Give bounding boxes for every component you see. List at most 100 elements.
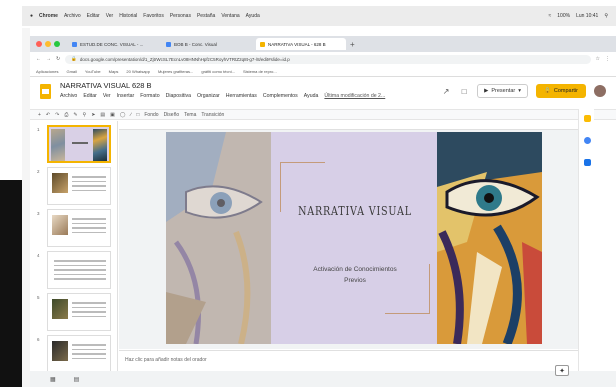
slide-thumbnail[interactable]	[47, 293, 111, 331]
browser-tab-active[interactable]: NARRATIVA VISUAL - 628 B	[256, 38, 346, 50]
slide-thumbnail[interactable]	[47, 167, 111, 205]
apple-icon[interactable]: ●	[30, 13, 33, 19]
document-title[interactable]: NARRATIVA VISUAL 628 B	[60, 81, 152, 90]
menu-pestana[interactable]: Pestaña	[197, 13, 215, 19]
thumbnail-row[interactable]: 1	[32, 125, 116, 167]
maximize-window-icon[interactable]	[54, 41, 60, 47]
menu-historial[interactable]: Historial	[119, 13, 137, 19]
comment-add-icon[interactable]: □	[136, 112, 139, 118]
decor-corner-bottom	[385, 264, 430, 314]
thumbnail-row[interactable]: 3	[32, 209, 116, 251]
slide-filmstrip: 1 2 3 4 5 6	[30, 121, 118, 371]
textbox-icon[interactable]: ▤	[100, 112, 105, 118]
thumbnail-row[interactable]: 5	[32, 293, 116, 335]
zoom-icon[interactable]: ⚲	[83, 112, 87, 118]
bookmark-mujeres[interactable]: Mujeres grafiteras...	[158, 69, 193, 74]
forward-icon[interactable]: →	[46, 56, 51, 62]
bookmark-aplicaciones[interactable]: Aplicaciones	[36, 69, 58, 74]
thumbnail-row[interactable]: 4	[32, 251, 116, 293]
browser-menu-icon[interactable]: ⋮	[605, 56, 610, 62]
menu-ventana[interactable]: Ventana	[221, 13, 239, 19]
menu-formato[interactable]: Formato	[140, 93, 159, 99]
present-button[interactable]: ▶ Presentar ▾	[477, 84, 528, 98]
clock-text[interactable]: Lun 10:41	[576, 13, 598, 19]
filmstrip-view-icon[interactable]: ▤	[74, 376, 80, 383]
menu-insertar[interactable]: Insertar	[117, 93, 135, 99]
select-icon[interactable]: ➤	[91, 112, 95, 118]
add-slide-icon[interactable]: +	[38, 112, 41, 118]
toolbar-transicion[interactable]: Transición	[201, 112, 224, 118]
toolbar-fondo[interactable]: Fondo	[144, 112, 158, 118]
bookmark-maps[interactable]: Maps	[109, 69, 119, 74]
menu-complementos[interactable]: Complementos	[263, 93, 298, 99]
avatar[interactable]	[594, 85, 606, 97]
slide-thumbnail[interactable]	[47, 251, 111, 289]
paint-format-icon[interactable]: ✎	[73, 112, 77, 118]
explore-icon: ✦	[559, 367, 565, 375]
faded-face-artwork[interactable]	[166, 132, 271, 344]
menu-archivo[interactable]: Archivo	[64, 13, 81, 19]
tasks-icon[interactable]	[584, 137, 591, 144]
thumbnail-row[interactable]: 6	[32, 335, 116, 371]
menu-herramientas[interactable]: Herramientas	[226, 93, 257, 99]
battery-text[interactable]: 100%	[557, 13, 570, 19]
toolbar-diseno[interactable]: Diseño	[164, 112, 180, 118]
browser-tab-2[interactable]: BOB B - Conc. Visual	[162, 38, 252, 50]
back-icon[interactable]: ←	[36, 56, 41, 62]
undo-icon[interactable]: ↶	[46, 112, 50, 118]
bookmark-sistema[interactable]: Sistema de repro...	[243, 69, 277, 74]
calendar-icon[interactable]	[584, 159, 591, 166]
colorful-face-artwork[interactable]	[437, 132, 542, 344]
image-icon[interactable]: ▣	[110, 112, 115, 118]
menu-chrome[interactable]: Chrome	[39, 13, 58, 19]
close-window-icon[interactable]	[36, 41, 42, 47]
share-button[interactable]: 🔒 Compartir	[535, 84, 586, 98]
menu-ver[interactable]: Ver	[106, 13, 114, 19]
app-menubar: Archivo Editar Ver Insertar Formato Diap…	[60, 93, 385, 99]
menu-diapositiva[interactable]: Diapositiva	[166, 93, 191, 99]
slide-thumbnail[interactable]	[47, 209, 111, 247]
background-window-edge	[0, 180, 22, 387]
menu-archivo-app[interactable]: Archivo	[60, 93, 77, 99]
speaker-notes[interactable]: Haz clic para añadir notas del orador	[119, 350, 591, 371]
menu-personas[interactable]: Personas	[170, 13, 191, 19]
slide-title[interactable]: NARRATIVA VISUAL	[290, 204, 420, 218]
slides-logo-icon[interactable]	[40, 84, 51, 99]
menu-ver-app[interactable]: Ver	[103, 93, 111, 99]
minimize-window-icon[interactable]	[45, 41, 51, 47]
menu-editar-app[interactable]: Editar	[83, 93, 97, 99]
bookmark-youtube[interactable]: YouTube	[85, 69, 101, 74]
slides-icon	[260, 41, 265, 47]
new-tab-icon[interactable]: +	[350, 40, 355, 49]
browser-tab-1[interactable]: ESTUD.DE CONC. VISUAL - ...	[68, 38, 158, 50]
wifi-icon[interactable]: ≈	[549, 13, 552, 19]
menu-ayuda[interactable]: Ayuda	[246, 13, 260, 19]
grid-view-icon[interactable]: ▦	[50, 376, 56, 383]
star-icon[interactable]: ☆	[596, 56, 600, 62]
toolbar-tema[interactable]: Tema	[184, 112, 196, 118]
activity-icon[interactable]: ↗	[441, 86, 451, 96]
menu-favoritos[interactable]: Favoritos	[143, 13, 164, 19]
bookmark-grafiti[interactable]: gráfiti como técni...	[201, 69, 235, 74]
search-icon[interactable]: ⚲	[604, 13, 608, 19]
slide-thumbnail[interactable]	[47, 125, 111, 163]
keep-icon[interactable]	[584, 115, 591, 122]
comments-icon[interactable]: □	[459, 86, 469, 96]
redo-icon[interactable]: ↷	[55, 112, 59, 118]
bookmark-gmail[interactable]: Gmail	[66, 69, 76, 74]
last-edit-link[interactable]: Última modificación de 2...	[324, 93, 385, 99]
thumbnail-row[interactable]: 2	[32, 167, 116, 209]
slide-thumbnail[interactable]	[47, 335, 111, 371]
menu-editar[interactable]: Editar	[87, 13, 100, 19]
line-icon[interactable]: ∕	[131, 112, 132, 118]
reload-icon[interactable]: ↻	[56, 56, 60, 62]
address-bar[interactable]: 🔒 docs.google.com/presentation/d/1_ZjtrWc…	[65, 54, 591, 64]
menu-organizar[interactable]: Organizar	[197, 93, 220, 99]
menu-ayuda-app[interactable]: Ayuda	[304, 93, 319, 99]
window-edge	[22, 28, 30, 387]
print-icon[interactable]: ⎙	[64, 112, 68, 118]
shape-icon[interactable]: ◯	[120, 112, 126, 118]
current-slide[interactable]: NARRATIVA VISUAL Activación de Conocimie…	[166, 132, 542, 344]
explore-button[interactable]: ✦	[555, 365, 569, 376]
bookmark-whatsapp[interactable]: 20 Whatsapp	[126, 69, 150, 74]
